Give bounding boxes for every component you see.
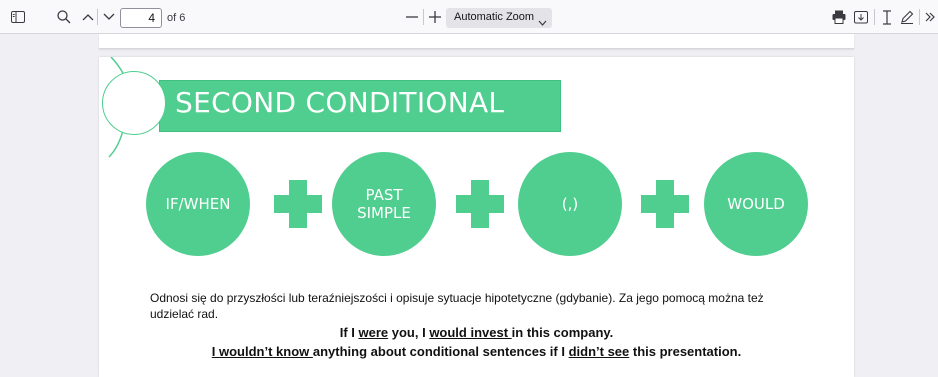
- formula-circle-would: WOULD: [704, 152, 808, 256]
- example-text: this presentation.: [629, 344, 742, 359]
- example-underlined: would invest: [429, 325, 512, 340]
- zoom-select-value: Automatic Zoom: [454, 11, 535, 23]
- formula-circle-past-simple: PAST SIMPLE: [332, 152, 436, 256]
- plus-icon: [641, 180, 689, 228]
- toolbar-divider: [423, 9, 424, 25]
- search-icon[interactable]: [54, 7, 74, 27]
- more-tools-icon[interactable]: [924, 7, 936, 27]
- sidebar-toggle-icon[interactable]: [8, 7, 28, 27]
- formula-label: PAST SIMPLE: [357, 186, 411, 222]
- pdf-page: SECOND CONDITIONAL IF/WHEN PAST SIMPLE (…: [99, 57, 854, 377]
- page-count-label: of 6: [167, 12, 186, 24]
- example-underlined: didn’t see: [568, 344, 630, 359]
- plus-icon: [274, 180, 322, 228]
- formula-circle-comma: (,): [518, 152, 622, 256]
- next-page-icon[interactable]: [99, 7, 119, 27]
- chevron-down-icon: [538, 13, 547, 31]
- toolbar-divider: [874, 9, 875, 25]
- previous-page-bottom: [99, 34, 854, 49]
- plus-icon: [456, 180, 504, 228]
- page-number-input[interactable]: 4: [120, 8, 162, 28]
- example-underlined: were: [358, 325, 389, 340]
- example-text: you, I: [388, 325, 430, 340]
- formula-circle-if-when: IF/WHEN: [146, 152, 250, 256]
- example-sentence-1: If I were you, I would invest in this co…: [99, 325, 854, 340]
- zoom-select[interactable]: Automatic Zoom: [446, 8, 552, 28]
- zoom-in-icon[interactable]: [427, 7, 443, 27]
- example-text: in this company.: [511, 325, 614, 340]
- slide-title: SECOND CONDITIONAL: [175, 86, 505, 119]
- example-text: anything about conditional sentences if …: [312, 344, 569, 359]
- example-text: If I: [339, 325, 359, 340]
- text-tool-icon[interactable]: [880, 7, 894, 27]
- pdf-toolbar: 4 of 6 Automatic Zoom: [0, 0, 938, 34]
- save-icon[interactable]: [852, 7, 870, 27]
- draw-tool-icon[interactable]: [899, 7, 915, 27]
- example-underlined: I wouldn’t know: [211, 344, 313, 359]
- previous-page-icon[interactable]: [78, 7, 98, 27]
- example-sentence-2: I wouldn’t know anything about condition…: [99, 344, 854, 359]
- description-text: Odnosi się do przyszłości lub teraźniejs…: [150, 291, 764, 321]
- toolbar-divider: [919, 9, 920, 25]
- zoom-out-icon[interactable]: [404, 7, 420, 27]
- title-circle-decoration: [102, 71, 166, 135]
- print-icon[interactable]: [830, 7, 848, 27]
- toolbar-divider: [97, 9, 98, 25]
